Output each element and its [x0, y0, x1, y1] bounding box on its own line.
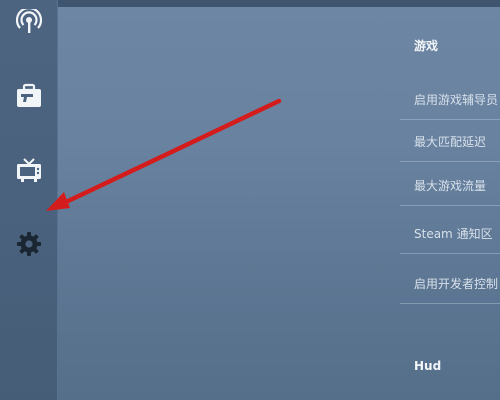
setting-label: 最大匹配延迟 — [414, 135, 487, 149]
setting-row-steam-notification[interactable]: Steam 通知区 — [400, 212, 500, 254]
nav-settings[interactable] — [0, 222, 58, 266]
setting-label: 最大游戏流量 — [414, 179, 487, 193]
setting-label: 启用游戏辅导员 — [414, 93, 499, 107]
setting-row-developer-console[interactable]: 启用开发者控制 — [400, 262, 500, 304]
section-title-game: 游戏 — [414, 39, 439, 53]
nav-broadcast[interactable] — [0, 0, 58, 44]
briefcase-gun-icon — [17, 83, 41, 107]
setting-label: Steam 通知区 — [414, 227, 493, 241]
nav-watch[interactable] — [0, 148, 58, 192]
setting-row-game-instructor[interactable]: 启用游戏辅导员 — [400, 78, 500, 120]
gear-icon — [17, 232, 41, 256]
settings-panel: 游戏 启用游戏辅导员 最大匹配延迟 最大游戏流量 Steam 通知区 启用开发者… — [400, 0, 500, 400]
nav-loadout[interactable] — [0, 74, 58, 118]
setting-row-max-match-delay[interactable]: 最大匹配延迟 — [400, 120, 500, 162]
setting-label: 启用开发者控制 — [414, 277, 499, 291]
tv-icon — [17, 158, 41, 182]
sidebar — [0, 0, 58, 400]
setting-row-max-game-traffic[interactable]: 最大游戏流量 — [400, 164, 500, 206]
section-title-hud: Hud — [414, 359, 442, 373]
antenna-icon — [16, 9, 42, 33]
